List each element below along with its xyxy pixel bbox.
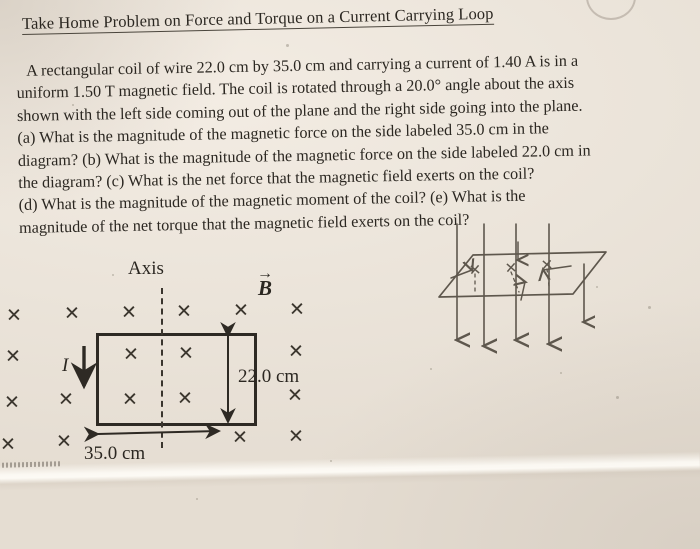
paper-speck [560,372,562,374]
width-dimension-arrow [83,423,221,443]
paper-speck [596,286,598,288]
paper-speck [648,306,651,309]
sketch-field-symbol: ✕ [504,259,518,278]
paper-speck [330,460,332,462]
paper-speck [196,498,198,500]
paper-speck [112,274,114,276]
page-title-text: Take Home Problem on Force and Torque on… [21,3,494,35]
sketch-field-symbol: ✕ [540,256,554,275]
paper-speck [72,104,74,106]
diagram-arrows [70,322,236,443]
problem-statement: A rectangular coil of wire 22.0 cm by 35… [16,48,679,239]
paper-speck [616,396,619,399]
paper-speck [286,44,289,47]
page-content: Take Home Problem on Force and Torque on… [0,0,700,549]
sketch-drawing [438,223,607,402]
page-title: Take Home Problem on Force and Torque on… [21,3,494,35]
paper-speck [430,368,432,370]
sketch-field-symbol: ✕ [468,261,482,280]
short-field-arrow [521,282,525,301]
coil-field-diagram: ✕ ✕ ✕ ✕ ✕ ✕ ✕ ✕ ✕ ✕ ✕ ✕ ✕ ✕ ✕ ✕ ✕ ✕ ✕ Ax… [0,258,350,488]
perspective-field-sketch: ✕ ✕ ✕ [425,222,655,402]
